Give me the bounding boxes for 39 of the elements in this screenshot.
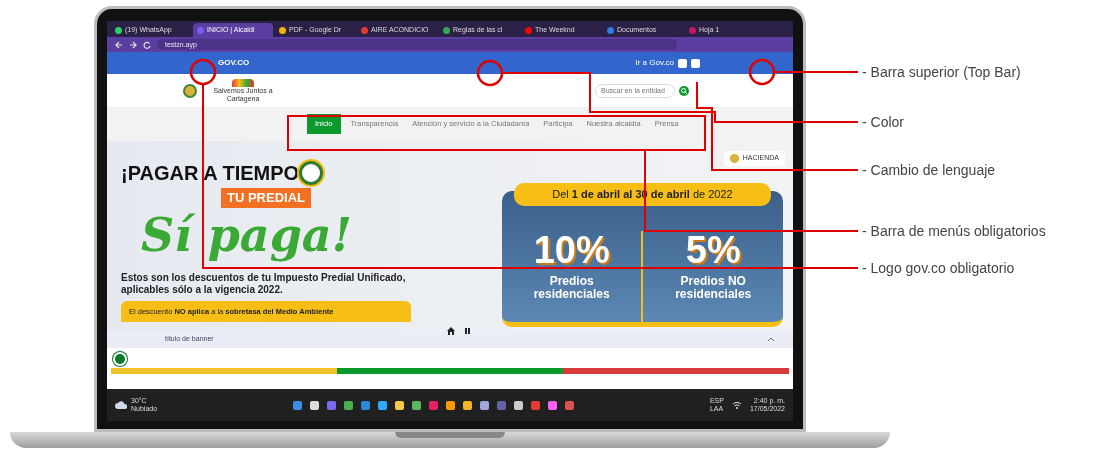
highlight-circle: [476, 59, 504, 87]
annotation-label: - Cambio de lenguaje: [862, 163, 996, 177]
headline: ¡PAGAR A TIEMPO: [121, 163, 300, 183]
govco-link[interactable]: Ir a Gov.co: [635, 57, 674, 69]
discount-label: Predios NO residenciales: [674, 275, 753, 301]
reload-icon[interactable]: [143, 40, 151, 49]
discount-value: 5%: [684, 231, 742, 269]
govco-logo[interactable]: GOV.CO: [218, 57, 250, 69]
taskbar-app-icon[interactable]: [412, 400, 421, 410]
cloud-icon[interactable]: [115, 401, 127, 409]
seal-icon: [183, 83, 197, 98]
annotation-label: - Barra de menús obligatorios: [862, 224, 1046, 238]
back-icon[interactable]: [115, 40, 123, 49]
ribbon: TU PREDIAL: [221, 188, 311, 208]
slogan: Sí paga!: [141, 209, 353, 264]
home-icon[interactable]: [447, 327, 455, 335]
taskbar-app-icon[interactable]: [310, 400, 319, 410]
description: Estos son los descuentos de tu Impuesto Predial Unificado, aplicables sólo a la vigencia 2022.: [121, 271, 407, 296]
taskbar-app-icon[interactable]: [548, 400, 557, 410]
annotation-label: - Barra superior (Top Bar): [862, 65, 1021, 79]
forward-icon[interactable]: [129, 40, 137, 49]
collapse-icon[interactable]: [767, 337, 775, 342]
wifi-icon[interactable]: [731, 401, 742, 409]
search-icon[interactable]: [679, 85, 689, 96]
taskbar-app-icon[interactable]: [480, 400, 489, 410]
annotation-label: - Logo gov.co obligatorio: [862, 261, 1015, 275]
taskbar-app-icon[interactable]: [378, 400, 387, 410]
taskbar-app-icon[interactable]: [395, 400, 404, 410]
pause-icon[interactable]: [465, 328, 470, 334]
highlight-circle: [189, 58, 217, 86]
taskbar-app-icon[interactable]: [514, 400, 523, 410]
highlight-circle: [748, 58, 776, 86]
taskbar-app-icon[interactable]: [293, 400, 302, 410]
taskbar-app-icon[interactable]: [344, 400, 353, 410]
annotation-label: - Color: [862, 115, 904, 129]
discount-value: 10%: [532, 231, 611, 269]
discount-label: Predios residenciales: [532, 275, 611, 301]
taskbar-app-icon[interactable]: [463, 400, 472, 410]
taskbar-app-icon[interactable]: [446, 400, 455, 410]
